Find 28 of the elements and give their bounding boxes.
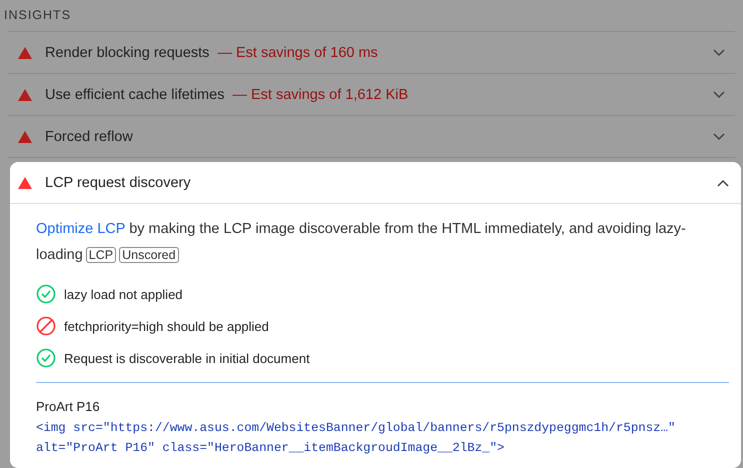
- insight-title[interactable]: LCP request discovery: [45, 174, 191, 190]
- chevron-down-icon[interactable]: [713, 132, 725, 140]
- code-snippet: <img src="https://www.asus.com/WebsitesBanner/global/banners/r5pnszdypeggmc1h/r5pnsz…": [36, 420, 676, 437]
- chevron-up-icon[interactable]: [717, 178, 729, 186]
- check-label: Request is discoverable in initial document: [64, 350, 310, 366]
- warning-icon: [18, 88, 32, 100]
- tag: Unscored: [119, 247, 179, 263]
- savings-text: — Est savings of 160 ms: [217, 44, 378, 60]
- chevron-down-icon[interactable]: [713, 48, 725, 56]
- node-label: ProArt P16: [36, 399, 101, 414]
- prohibited-icon: [36, 316, 56, 336]
- warning-icon: [18, 46, 32, 58]
- savings-text: — Est savings of 1,612 KiB: [232, 86, 408, 102]
- section-title: INSIGHTS: [3, 7, 72, 24]
- tag: LCP: [86, 247, 116, 263]
- warning-icon: [18, 176, 32, 188]
- chevron-down-icon[interactable]: [713, 90, 725, 98]
- insight-title[interactable]: Use efficient cache lifetimes: [45, 86, 224, 102]
- check-circle-icon: [36, 284, 56, 304]
- check-circle-icon: [36, 348, 56, 368]
- description-text: Optimize LCP by making the LCP image discoverable from the HTML immediately, and avoiding lazy-loading LCP Unscored: [36, 220, 687, 265]
- check-label: lazy load not applied: [64, 286, 183, 302]
- insight-title[interactable]: Forced reflow: [45, 128, 133, 144]
- optimize-link[interactable]: Optimize LCP: [36, 221, 126, 237]
- warning-icon: [18, 130, 32, 142]
- check-label: fetchpriority=high should be applied: [64, 318, 269, 334]
- insight-title[interactable]: Render blocking requests: [45, 44, 210, 60]
- code-snippet: alt="ProArt P16" class="HeroBanner__itemBackgroudImage__2lBz_">: [36, 440, 506, 457]
